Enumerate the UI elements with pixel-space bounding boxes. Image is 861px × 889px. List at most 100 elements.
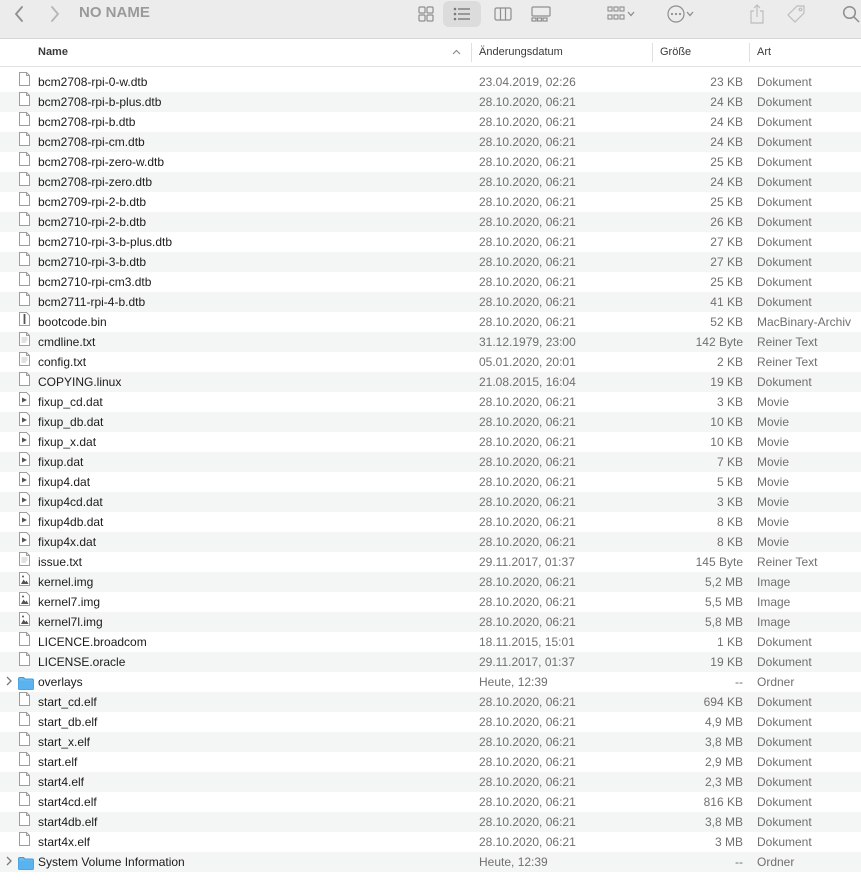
column-size-header[interactable]: Größe xyxy=(660,39,691,66)
back-button[interactable] xyxy=(8,0,30,28)
file-row[interactable]: start_x.elf 28.10.2020, 06:21 3,8 MB Dokume… xyxy=(0,732,861,752)
file-name: bcm2708-rpi-cm.dtb xyxy=(38,135,145,149)
file-row[interactable]: COPYING.linux 21.08.2015, 16:04 19 KB Dokum… xyxy=(0,372,861,392)
file-row[interactable]: start4.elf 28.10.2020, 06:21 2,3 MB Dokumen… xyxy=(0,772,861,792)
folder-row[interactable]: overlays Heute, 12:39 -- Ordner xyxy=(0,672,861,692)
chevron-down-icon xyxy=(627,11,635,17)
file-row[interactable]: bcm2708-rpi-zero.dtb 28.10.2020, 06:21 24 … xyxy=(0,172,861,192)
file-row[interactable]: bcm2708-rpi-b.dtb 28.10.2020, 06:21 24 KB D… xyxy=(0,112,861,132)
disclosure-triangle-icon[interactable] xyxy=(5,852,13,866)
file-row[interactable]: LICENSE.oracle 29.11.2017, 01:37 19 KB Doku… xyxy=(0,652,861,672)
file-name: fixup4cd.dat xyxy=(38,495,103,509)
modified-date: 28.10.2020, 06:21 xyxy=(479,595,576,609)
modified-date: 28.10.2020, 06:21 xyxy=(479,835,576,849)
file-row[interactable]: bcm2708-rpi-zero-w.dtb 28.10.2020, 06:21 2… xyxy=(0,152,861,172)
search-button[interactable] xyxy=(840,0,861,28)
file-kind: Ordner xyxy=(757,855,795,869)
file-row[interactable]: start4cd.elf 28.10.2020, 06:21 816 KB Dokum… xyxy=(0,792,861,812)
file-size: 25 KB xyxy=(710,275,743,289)
file-kind: Image xyxy=(757,575,791,589)
file-row[interactable]: bcm2710-rpi-3-b-plus.dtb 28.10.2020, 06:2… xyxy=(0,232,861,252)
file-name: bcm2710-rpi-2-b.dtb xyxy=(38,215,147,229)
more-icon xyxy=(667,5,685,23)
file-row[interactable]: fixup.dat 28.10.2020, 06:21 7 KB Movie xyxy=(0,452,861,472)
file-row[interactable]: fixup_x.dat 28.10.2020, 06:21 10 KB Movie xyxy=(0,432,861,452)
file-row[interactable]: fixup4.dat 28.10.2020, 06:21 5 KB Movie xyxy=(0,472,861,492)
column-divider[interactable] xyxy=(749,43,750,62)
share-icon xyxy=(750,4,764,24)
file-kind: Dokument xyxy=(757,795,812,809)
file-kind: Dokument xyxy=(757,695,812,709)
disclosure-triangle-icon[interactable] xyxy=(5,672,13,686)
movie-file-icon xyxy=(19,532,30,546)
document-icon xyxy=(19,272,30,286)
forward-button[interactable] xyxy=(44,0,66,28)
file-row[interactable]: LICENCE.broadcom 18.11.2015, 15:01 1 KB Dok… xyxy=(0,632,861,652)
file-size: 41 KB xyxy=(710,295,743,309)
modified-date: 28.10.2020, 06:21 xyxy=(479,715,576,729)
file-row[interactable]: bcm2708-rpi-0-w.dtb 23.04.2019, 02:26 23 K… xyxy=(0,72,861,92)
file-row[interactable]: bcm2711-rpi-4-b.dtb 28.10.2020, 06:21 41 K… xyxy=(0,292,861,312)
file-row[interactable]: cmdline.txt 31.12.1979, 23:00 142 Byte Rein… xyxy=(0,332,861,352)
file-kind: Movie xyxy=(757,455,790,469)
column-view-icon xyxy=(494,7,512,21)
file-row[interactable]: bcm2710-rpi-2-b.dtb 28.10.2020, 06:21 26 K… xyxy=(0,212,861,232)
image-file-icon xyxy=(19,612,30,626)
gallery-view-button[interactable] xyxy=(527,0,555,28)
file-row[interactable]: bootcode.bin 28.10.2020, 06:21 52 KB MacBin… xyxy=(0,312,861,332)
column-kind-header[interactable]: Art xyxy=(757,39,771,66)
file-name: COPYING.linux xyxy=(38,375,122,389)
file-row[interactable]: fixup4x.dat 28.10.2020, 06:21 8 KB Movie xyxy=(0,532,861,552)
file-row[interactable]: fixup4db.dat 28.10.2020, 06:21 8 KB Movie xyxy=(0,512,861,532)
file-name: bcm2710-rpi-cm3.dtb xyxy=(38,275,152,289)
modified-date: 28.10.2020, 06:21 xyxy=(479,215,576,229)
column-name-header[interactable]: Name xyxy=(38,39,68,66)
column-divider[interactable] xyxy=(652,43,653,62)
file-kind: Movie xyxy=(757,515,790,529)
file-row[interactable]: start.elf 28.10.2020, 06:21 2,9 MB Dokument xyxy=(0,752,861,772)
chevron-right-icon xyxy=(51,6,60,22)
icon-view-button[interactable] xyxy=(413,0,439,28)
list-view-button[interactable] xyxy=(443,0,481,28)
file-size: 8 KB xyxy=(716,515,743,529)
action-button[interactable] xyxy=(662,0,698,28)
folder-row[interactable]: System Volume Information Heute, 12:39 -- O… xyxy=(0,852,861,872)
file-row[interactable]: fixup_db.dat 28.10.2020, 06:21 10 KB Movie xyxy=(0,412,861,432)
file-row[interactable]: issue.txt 29.11.2017, 01:37 145 Byte Reiner… xyxy=(0,552,861,572)
column-view-button[interactable] xyxy=(490,0,516,28)
file-name: kernel7.img xyxy=(38,595,101,609)
file-row[interactable]: bcm2710-rpi-3-b.dtb 28.10.2020, 06:21 27 K… xyxy=(0,252,861,272)
file-row[interactable]: bcm2708-rpi-b-plus.dtb 28.10.2020, 06:21 2… xyxy=(0,92,861,112)
file-row[interactable]: bcm2710-rpi-cm3.dtb 28.10.2020, 06:21 25 K… xyxy=(0,272,861,292)
file-row[interactable]: kernel7l.img 28.10.2020, 06:21 5,8 MB Image xyxy=(0,612,861,632)
share-button[interactable] xyxy=(744,0,770,28)
document-icon xyxy=(19,652,30,666)
file-row[interactable]: config.txt 05.01.2020, 20:01 2 KB Reiner Te… xyxy=(0,352,861,372)
search-icon xyxy=(842,5,860,23)
file-row[interactable]: kernel7.img 28.10.2020, 06:21 5,5 MB Image xyxy=(0,592,861,612)
file-row[interactable]: kernel.img 28.10.2020, 06:21 5,2 MB Image xyxy=(0,572,861,592)
movie-file-icon xyxy=(19,472,30,486)
file-name: bcm2710-rpi-3-b-plus.dtb xyxy=(38,235,173,249)
modified-date: 28.10.2020, 06:21 xyxy=(479,615,576,629)
file-row[interactable]: bcm2709-rpi-2-b.dtb 28.10.2020, 06:21 25 K… xyxy=(0,192,861,212)
file-row[interactable]: fixup4cd.dat 28.10.2020, 06:21 3 KB Movie xyxy=(0,492,861,512)
modified-date: 28.10.2020, 06:21 xyxy=(479,95,576,109)
file-kind: Dokument xyxy=(757,635,812,649)
file-row[interactable]: start_db.elf 28.10.2020, 06:21 4,9 MB Dokum… xyxy=(0,712,861,732)
file-row[interactable]: start4x.elf 28.10.2020, 06:21 3 MB Dokument xyxy=(0,832,861,852)
tag-button[interactable] xyxy=(782,0,810,28)
modified-date: 28.10.2020, 06:21 xyxy=(479,395,576,409)
file-row[interactable]: start_cd.elf 28.10.2020, 06:21 694 KB Dokum… xyxy=(0,692,861,712)
document-icon xyxy=(19,832,30,846)
movie-file-icon xyxy=(19,432,30,446)
file-row[interactable]: fixup_cd.dat 28.10.2020, 06:21 3 KB Movie xyxy=(0,392,861,412)
column-date-header[interactable]: Änderungsdatum xyxy=(479,39,563,66)
file-size: 24 KB xyxy=(710,175,743,189)
file-name: start_x.elf xyxy=(38,735,91,749)
file-row[interactable]: start4db.elf 28.10.2020, 06:21 3,8 MB Dokum… xyxy=(0,812,861,832)
file-name: System Volume Information xyxy=(38,855,185,869)
file-row[interactable]: bcm2708-rpi-cm.dtb 28.10.2020, 06:21 24 KB… xyxy=(0,132,861,152)
group-button[interactable] xyxy=(601,0,641,28)
column-divider[interactable] xyxy=(471,43,472,62)
